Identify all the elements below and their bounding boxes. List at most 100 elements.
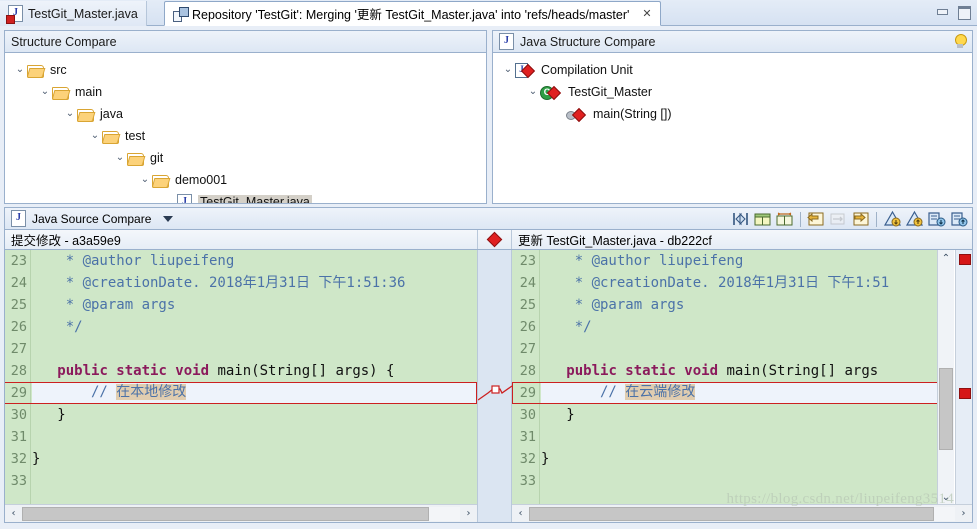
lightbulb-icon[interactable] bbox=[954, 34, 967, 49]
left-side-header: 提交修改 - a3a59e9 bbox=[5, 230, 478, 249]
next-difference-icon[interactable] bbox=[883, 210, 902, 228]
diff-connector-strip bbox=[478, 250, 512, 522]
code-line[interactable]: */ bbox=[541, 316, 938, 338]
chevron-down-icon[interactable]: ⌄ bbox=[138, 169, 152, 191]
chevron-down-icon[interactable]: ⌄ bbox=[63, 103, 77, 125]
right-vertical-scrollbar[interactable]: ⌃ ⌄ bbox=[937, 250, 954, 505]
overview-marker-change[interactable] bbox=[959, 388, 971, 399]
line-number: 29 bbox=[10, 385, 27, 401]
panel-title: Structure Compare bbox=[11, 34, 117, 49]
copy-all-right-to-left-icon[interactable] bbox=[851, 210, 870, 228]
left-code-lines[interactable]: * @author liupeifeng * @creationDate. 20… bbox=[32, 250, 477, 505]
right-scroll-track[interactable] bbox=[529, 506, 955, 521]
code-line[interactable]: * @param args bbox=[541, 294, 938, 316]
tree-row[interactable]: ⌄ TestGit_Master bbox=[493, 81, 972, 103]
code-token: */ bbox=[32, 319, 83, 335]
code-line[interactable] bbox=[541, 470, 938, 492]
code-line[interactable] bbox=[32, 470, 477, 492]
left-horizontal-scrollbar[interactable]: ‹ › bbox=[5, 504, 477, 522]
code-line[interactable]: * @author liupeifeng bbox=[541, 250, 938, 272]
tree-row[interactable]: ⌄ java bbox=[5, 103, 486, 125]
code-line[interactable] bbox=[541, 338, 938, 360]
tab-repository-merging[interactable]: Repository 'TestGit': Merging '更新 TestGi… bbox=[164, 1, 661, 26]
code-line[interactable]: * @creationDate. 2018年1月31日 下午1:51 bbox=[541, 272, 938, 294]
right-code-lines[interactable]: * @author liupeifeng * @creationDate. 20… bbox=[541, 250, 938, 505]
code-line[interactable]: * @param args bbox=[32, 294, 477, 316]
view-menu-chevron-icon[interactable] bbox=[163, 215, 174, 222]
tree-row[interactable]: ⌄ src bbox=[5, 59, 486, 81]
code-line[interactable] bbox=[32, 338, 477, 360]
left-compare-editor[interactable]: 23 24 25 26 27 28 29 30 31 32 33 * @author liupeif… bbox=[5, 250, 478, 522]
code-line[interactable]: public static void main(String[] args) { bbox=[32, 360, 477, 382]
tree-row[interactable]: ⌄ git bbox=[5, 147, 486, 169]
tree-item-label: java bbox=[100, 107, 123, 121]
overview-marker-top[interactable] bbox=[959, 254, 971, 265]
code-line[interactable]: */ bbox=[32, 316, 477, 338]
tab-label: Repository 'TestGit': Merging '更新 TestGi… bbox=[192, 8, 630, 22]
tree-row[interactable]: ⌄ Compilation Unit bbox=[493, 59, 972, 81]
left-scroll-thumb[interactable] bbox=[22, 506, 430, 521]
code-token: main(String[] args bbox=[726, 363, 879, 379]
tab-testgit-master-java[interactable]: TestGit_Master.java bbox=[0, 1, 147, 26]
tree-row[interactable]: · main(String []) bbox=[493, 103, 972, 125]
tree-item-label: test bbox=[125, 129, 146, 143]
tree-item-label: src bbox=[50, 63, 67, 77]
line-number: 27 bbox=[10, 341, 27, 357]
code-line[interactable] bbox=[541, 426, 938, 448]
right-vscroll-thumb[interactable] bbox=[939, 368, 953, 450]
next-change-icon[interactable] bbox=[927, 210, 946, 228]
left-code-area[interactable]: 23 24 25 26 27 28 29 30 31 32 33 * @author liupeif… bbox=[5, 250, 477, 505]
tree-item-label: TestGit_Master.java bbox=[198, 195, 312, 203]
code-line[interactable] bbox=[32, 426, 477, 448]
line-number: 26 bbox=[519, 319, 536, 335]
code-line[interactable]: } bbox=[32, 404, 477, 426]
change-diamond-icon bbox=[571, 107, 587, 122]
previous-change-icon[interactable] bbox=[949, 210, 968, 228]
left-scroll-track[interactable] bbox=[22, 506, 460, 521]
code-line[interactable]: } bbox=[541, 448, 938, 470]
tree-item-label: main(String []) bbox=[593, 107, 672, 121]
overview-ruler[interactable] bbox=[955, 250, 972, 505]
copy-current-change-icon[interactable] bbox=[829, 210, 848, 228]
chevron-down-icon[interactable]: ⌄ bbox=[501, 59, 515, 81]
chevron-down-icon[interactable]: ⌄ bbox=[526, 81, 540, 103]
java-structure-compare-header: Java Structure Compare bbox=[492, 30, 973, 53]
code-token: public static void bbox=[57, 363, 218, 379]
tree-row[interactable]: ⌄ demo001 bbox=[5, 169, 486, 191]
code-line[interactable]: * @creationDate. 2018年1月31日 下午1:51:36 bbox=[32, 272, 477, 294]
right-scroll-thumb[interactable] bbox=[529, 506, 934, 521]
code-line[interactable]: * @author liupeifeng bbox=[32, 250, 477, 272]
scroll-left-arrow-icon[interactable]: ‹ bbox=[512, 506, 529, 522]
ignore-whitespace-icon[interactable] bbox=[775, 210, 794, 228]
code-line[interactable]: // 在云端修改 bbox=[541, 382, 938, 404]
tree-row[interactable]: ⌄ test bbox=[5, 125, 486, 147]
code-line[interactable]: public static void main(String[] args bbox=[541, 360, 938, 382]
chevron-down-icon[interactable]: ⌄ bbox=[38, 81, 52, 103]
maximize-button[interactable] bbox=[957, 5, 971, 20]
chevron-down-icon[interactable]: ⌄ bbox=[13, 59, 27, 81]
scroll-left-arrow-icon[interactable]: ‹ bbox=[5, 506, 22, 522]
scroll-right-arrow-icon[interactable]: › bbox=[955, 506, 972, 522]
structure-compare-panel: Structure Compare ⌄ src ⌄ main ⌄ java ⌄ test ⌄ gi… bbox=[4, 30, 487, 204]
right-compare-editor[interactable]: 23 24 25 26 27 28 29 30 31 32 33 * @author liupeif… bbox=[512, 250, 972, 522]
right-code-area[interactable]: 23 24 25 26 27 28 29 30 31 32 33 * @author liupeif… bbox=[512, 250, 938, 505]
tree-row[interactable]: ⌄ main bbox=[5, 81, 486, 103]
minimize-button[interactable] bbox=[935, 5, 949, 18]
copy-all-left-to-right-icon[interactable] bbox=[807, 210, 826, 228]
code-line[interactable]: } bbox=[541, 404, 938, 426]
tree-spacer: · bbox=[551, 103, 565, 125]
tree-row[interactable]: · TestGit_Master.java bbox=[5, 191, 486, 203]
scroll-right-arrow-icon[interactable]: › bbox=[460, 506, 477, 522]
scroll-up-arrow-icon[interactable]: ⌃ bbox=[938, 250, 954, 266]
chevron-down-icon[interactable]: ⌄ bbox=[113, 147, 127, 169]
change-diamond-icon bbox=[486, 231, 503, 248]
java-structure-compare-body[interactable]: ⌄Compilation Unit⌄TestGit_Master· main(St… bbox=[492, 53, 973, 204]
close-icon[interactable]: ✕ bbox=[642, 7, 651, 20]
previous-difference-icon[interactable] bbox=[905, 210, 924, 228]
code-line[interactable]: } bbox=[32, 448, 477, 470]
structure-compare-body[interactable]: ⌄ src ⌄ main ⌄ java ⌄ test ⌄ git ⌄ demo001 · TestGit_… bbox=[4, 53, 487, 204]
switch-left-right-icon[interactable] bbox=[731, 210, 750, 228]
two-pane-layout-icon[interactable] bbox=[753, 210, 772, 228]
code-line[interactable]: // 在本地修改 bbox=[32, 382, 477, 404]
chevron-down-icon[interactable]: ⌄ bbox=[88, 125, 102, 147]
